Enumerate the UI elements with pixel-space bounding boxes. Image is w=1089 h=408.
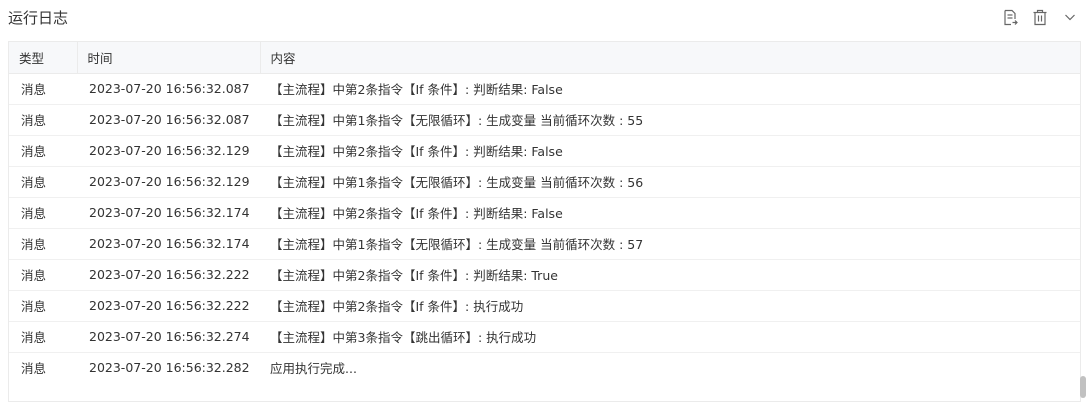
run-log-panel: 运行日志 类型 时间 内容 消息 2023-07-20 16:56:32.087… <box>0 0 1089 408</box>
log-time-cell: 2023-07-20 16:56:32.222 <box>77 259 260 291</box>
log-type-cell: 消息 <box>9 104 77 136</box>
table-row[interactable]: 消息 2023-07-20 16:56:32.087 【主流程】中第2条指令【I… <box>9 73 1080 105</box>
column-header-time[interactable]: 时间 <box>77 42 261 74</box>
table-row[interactable]: 消息 2023-07-20 16:56:32.222 【主流程】中第2条指令【I… <box>9 259 1080 291</box>
log-type-cell: 消息 <box>9 73 77 105</box>
log-content-cell: 应用执行完成... <box>270 361 357 377</box>
log-time-cell: 2023-07-20 16:56:32.174 <box>77 228 260 260</box>
export-log-icon[interactable] <box>1001 8 1019 26</box>
log-type-cell: 消息 <box>9 321 77 353</box>
log-time-cell: 2023-07-20 16:56:32.174 <box>77 197 260 229</box>
table-header-row: 类型 时间 内容 <box>9 42 1080 74</box>
log-time-cell: 2023-07-20 16:56:32.129 <box>77 135 260 167</box>
table-row[interactable]: 消息 2023-07-20 16:56:32.129 【主流程】中第1条指令【无… <box>9 166 1080 198</box>
log-table-container: 类型 时间 内容 消息 2023-07-20 16:56:32.087 【主流程… <box>8 41 1081 402</box>
log-content-cell: 【主流程】中第1条指令【无限循环】: 生成变量 当前循环次数 : 56 <box>260 166 1080 198</box>
log-content-cell: 【主流程】中第3条指令【跳出循环】: 执行成功 <box>260 321 1080 353</box>
log-time-cell: 2023-07-20 16:56:32.087 <box>77 104 260 136</box>
panel-header: 运行日志 <box>0 0 1089 38</box>
table-row[interactable]: 消息 2023-07-20 16:56:32.222 【主流程】中第2条指令【I… <box>9 290 1080 322</box>
log-type-cell: 消息 <box>9 290 77 322</box>
log-time-cell: 2023-07-20 16:56:32.274 <box>77 321 260 353</box>
log-type-cell: 消息 <box>9 228 77 260</box>
panel-title: 运行日志 <box>8 9 69 27</box>
table-row[interactable]: 消息 2023-07-20 16:56:32.174 【主流程】中第2条指令【I… <box>9 197 1080 229</box>
trash-icon[interactable] <box>1031 8 1049 26</box>
header-actions <box>1001 8 1079 26</box>
column-header-type[interactable]: 类型 <box>9 42 78 74</box>
log-table: 类型 时间 内容 消息 2023-07-20 16:56:32.087 【主流程… <box>9 42 1080 383</box>
log-content-cell: 【主流程】中第2条指令【If 条件】: 判断结果: True <box>260 259 1080 291</box>
log-time-cell: 2023-07-20 16:56:32.129 <box>77 166 260 198</box>
log-type-cell: 消息 <box>21 361 47 377</box>
log-time-cell: 2023-07-20 16:56:32.282 <box>89 360 250 376</box>
vertical-scrollbar-thumb[interactable] <box>1080 376 1086 398</box>
table-row[interactable]: 消息 2023-07-20 16:56:32.274 【主流程】中第3条指令【跳… <box>9 321 1080 353</box>
log-content-cell: 【主流程】中第2条指令【If 条件】: 判断结果: False <box>260 197 1080 229</box>
log-content-cell: 【主流程】中第2条指令【If 条件】: 执行成功 <box>260 290 1080 322</box>
table-row[interactable]: 消息 2023-07-20 16:56:32.087 【主流程】中第1条指令【无… <box>9 104 1080 136</box>
log-type-cell: 消息 <box>9 259 77 291</box>
log-type-cell: 消息 <box>9 197 77 229</box>
table-row[interactable]: 消息 2023-07-20 16:56:32.129 【主流程】中第2条指令【I… <box>9 135 1080 167</box>
log-content-cell: 【主流程】中第2条指令【If 条件】: 判断结果: False <box>260 135 1080 167</box>
chevron-down-icon[interactable] <box>1061 8 1079 26</box>
log-time-cell: 2023-07-20 16:56:32.087 <box>77 73 260 105</box>
log-content-cell: 【主流程】中第1条指令【无限循环】: 生成变量 当前循环次数 : 55 <box>260 104 1080 136</box>
log-content-cell: 【主流程】中第2条指令【If 条件】: 判断结果: False <box>260 73 1080 105</box>
log-time-cell: 2023-07-20 16:56:32.222 <box>77 290 260 322</box>
log-type-cell: 消息 <box>9 135 77 167</box>
column-header-content[interactable]: 内容 <box>260 42 1080 74</box>
table-row[interactable]: 消息 2023-07-20 16:56:32.282 应用执行完成... <box>9 352 1080 383</box>
table-row[interactable]: 消息 2023-07-20 16:56:32.174 【主流程】中第1条指令【无… <box>9 228 1080 260</box>
log-content-cell: 【主流程】中第1条指令【无限循环】: 生成变量 当前循环次数 : 57 <box>260 228 1080 260</box>
log-type-cell: 消息 <box>9 166 77 198</box>
